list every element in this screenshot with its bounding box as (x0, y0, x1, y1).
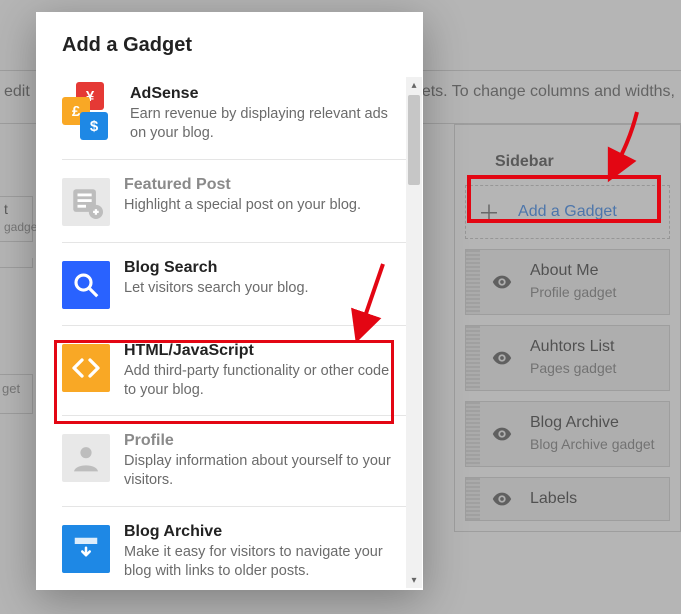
gadget-desc: Highlight a special post on your blog. (124, 196, 395, 215)
modal-body: ¥ £ $ AdSense Earn revenue by displaying… (36, 75, 423, 590)
modal-title: Add a Gadget (36, 12, 423, 75)
gadget-desc: Let visitors search your blog. (124, 279, 395, 298)
gadget-desc: Display information about yourself to yo… (124, 452, 395, 490)
gadget-option-blog-archive[interactable]: Blog Archive Make it easy for visitors t… (62, 506, 415, 590)
archive-icon (62, 525, 110, 573)
gadget-title: HTML/JavaScript (124, 342, 395, 360)
gadget-desc: Add third-party functionality or other c… (124, 362, 395, 400)
search-icon (62, 261, 110, 309)
adsense-icon: ¥ £ $ (62, 87, 116, 135)
gadget-title: Featured Post (124, 176, 395, 194)
profile-icon (62, 434, 110, 482)
gadget-option-html-javascript[interactable]: HTML/JavaScript Add third-party function… (62, 325, 415, 416)
gadget-title: Blog Search (124, 259, 395, 277)
gadget-title: AdSense (130, 85, 395, 103)
gadget-desc: Earn revenue by displaying relevant ads … (130, 105, 395, 143)
gadget-option-adsense[interactable]: ¥ £ $ AdSense Earn revenue by displaying… (62, 79, 415, 159)
scroll-down-icon[interactable]: ▾ (406, 572, 422, 588)
gadget-desc: Make it easy for visitors to navigate yo… (124, 543, 395, 581)
scroll-up-icon[interactable]: ▴ (406, 77, 422, 93)
gadget-option-blog-search[interactable]: Blog Search Let visitors search your blo… (62, 242, 415, 325)
featured-post-icon (62, 178, 110, 226)
gadget-title: Profile (124, 432, 395, 450)
scrollbar[interactable]: ▴ ▾ (406, 77, 422, 588)
gadget-option-profile[interactable]: Profile Display information about yourse… (62, 415, 415, 506)
gadget-title: Blog Archive (124, 523, 395, 541)
code-icon (62, 344, 110, 392)
add-gadget-modal: Add a Gadget ¥ £ $ AdSense Earn revenue … (36, 12, 423, 590)
gadget-option-featured-post[interactable]: Featured Post Highlight a special post o… (62, 159, 415, 242)
scroll-thumb[interactable] (408, 95, 420, 185)
